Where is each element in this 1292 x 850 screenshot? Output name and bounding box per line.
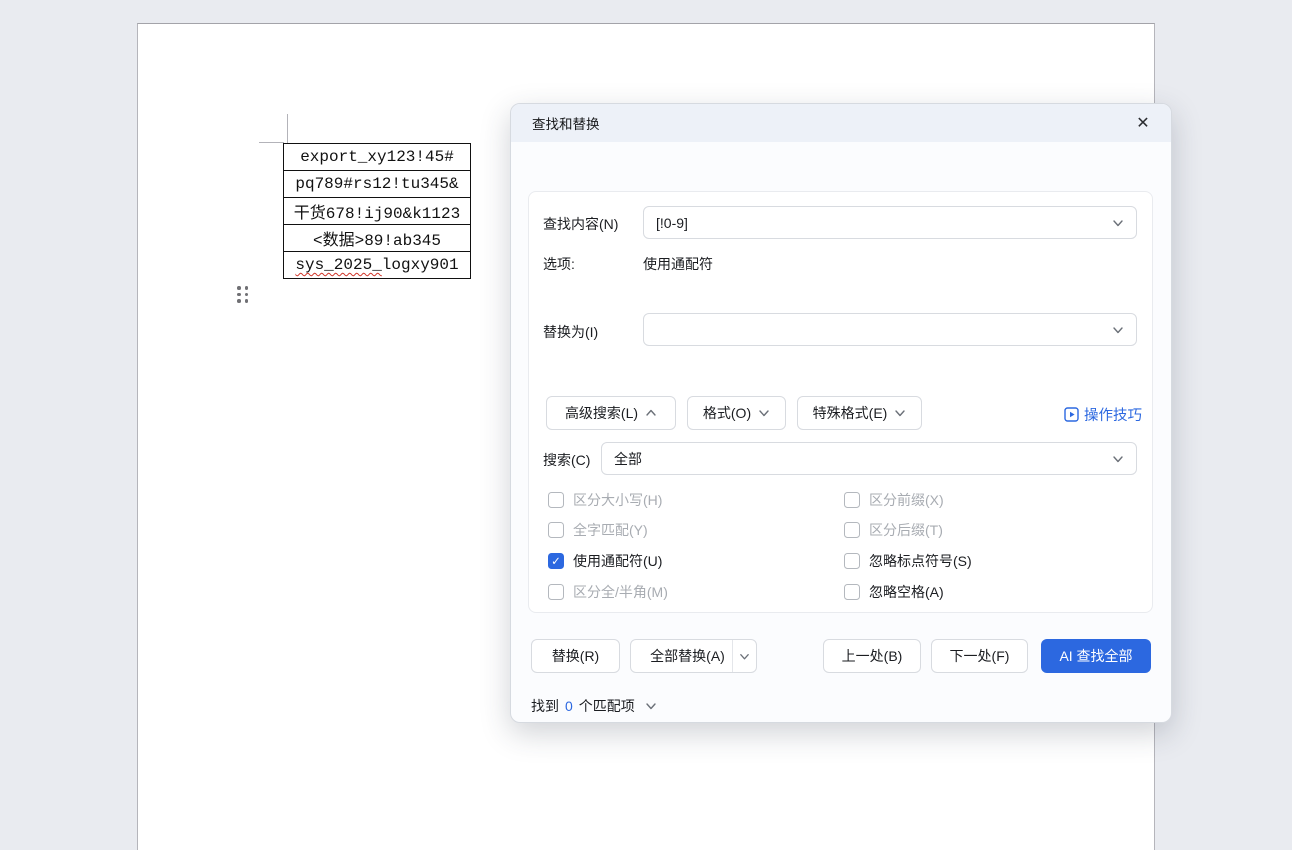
document-table: export_xy123!45# pq789#rs12!tu345& 干货678… bbox=[283, 143, 471, 279]
dialog-titlebar[interactable]: 查找和替换 bbox=[511, 104, 1171, 142]
table-cell[interactable]: sys_2025_logxy901 bbox=[284, 252, 471, 279]
checkbox-match-suffix[interactable]: 区分后缀(T) bbox=[844, 520, 943, 540]
special-format-button[interactable]: 特殊格式(E) bbox=[797, 396, 922, 430]
table-column-marker bbox=[287, 114, 288, 143]
special-format-label: 特殊格式(E) bbox=[813, 403, 888, 423]
replace-button-label: 替换(R) bbox=[552, 646, 599, 666]
table-cell[interactable]: <数据>89!ab345 bbox=[284, 225, 471, 252]
search-scope-label: 搜索(C) bbox=[543, 450, 590, 470]
checkbox-label: 区分大小写(H) bbox=[573, 490, 662, 510]
table-row: pq789#rs12!tu345& bbox=[284, 171, 471, 198]
video-tutorial-icon bbox=[1064, 407, 1079, 422]
ai-find-all-button[interactable]: AI 查找全部 bbox=[1041, 639, 1151, 673]
chevron-down-icon bbox=[758, 407, 770, 419]
table-row: 干货678!ij90&k1123 bbox=[284, 198, 471, 225]
chevron-down-icon[interactable] bbox=[645, 700, 657, 712]
next-button[interactable]: 下一处(F) bbox=[931, 639, 1028, 673]
match-count: 0 bbox=[565, 698, 573, 714]
search-scope-value: 全部 bbox=[614, 449, 1112, 469]
dialog-title: 查找和替换 bbox=[532, 113, 600, 133]
tips-link[interactable]: 操作技巧 bbox=[1064, 404, 1142, 425]
chevron-down-icon[interactable] bbox=[1112, 453, 1124, 465]
checkbox-ignore-punctuation[interactable]: 忽略标点符号(S) bbox=[844, 551, 972, 571]
table-row: export_xy123!45# bbox=[284, 144, 471, 171]
checkbox-icon[interactable] bbox=[844, 553, 860, 569]
previous-button[interactable]: 上一处(B) bbox=[823, 639, 921, 673]
status-suffix: 个匹配项 bbox=[579, 696, 635, 716]
checkbox-icon[interactable] bbox=[548, 492, 564, 508]
replace-with-label: 替换为(I) bbox=[543, 322, 598, 342]
checkbox-label: 区分后缀(T) bbox=[869, 520, 943, 540]
table-cell[interactable]: pq789#rs12!tu345& bbox=[284, 171, 471, 198]
search-scope-select[interactable]: 全部 bbox=[601, 442, 1137, 475]
replace-with-input[interactable] bbox=[643, 313, 1137, 346]
find-content-input[interactable]: [!0-9] bbox=[643, 206, 1137, 239]
misspelled-text: sys_2025_ bbox=[295, 256, 381, 274]
checkbox-whole-word[interactable]: 全字匹配(Y) bbox=[548, 520, 648, 540]
checkbox-icon[interactable] bbox=[548, 584, 564, 600]
checkbox-label: 忽略标点符号(S) bbox=[869, 551, 972, 571]
checkbox-label: 区分前缀(X) bbox=[869, 490, 944, 510]
chevron-down-icon[interactable] bbox=[1112, 217, 1124, 229]
checkbox-label: 全字匹配(Y) bbox=[573, 520, 648, 540]
checkbox-label: 使用通配符(U) bbox=[573, 551, 662, 571]
next-button-label: 下一处(F) bbox=[950, 646, 1010, 666]
table-row: <数据>89!ab345 bbox=[284, 225, 471, 252]
options-value: 使用通配符 bbox=[643, 254, 713, 274]
match-status: 找到 0 个匹配项 bbox=[531, 696, 657, 716]
replace-button[interactable]: 替换(R) bbox=[531, 639, 620, 673]
table-cell[interactable]: 干货678!ij90&k1123 bbox=[284, 198, 471, 225]
checkbox-use-wildcards[interactable]: ✓ 使用通配符(U) bbox=[548, 551, 662, 571]
checkbox-icon[interactable] bbox=[548, 522, 564, 538]
checkbox-icon[interactable] bbox=[844, 522, 860, 538]
options-label: 选项: bbox=[543, 254, 575, 274]
table-row-marker bbox=[259, 142, 284, 143]
replace-all-dropdown[interactable] bbox=[732, 640, 756, 672]
replace-all-button[interactable]: 全部替换(A) bbox=[630, 639, 757, 673]
checkbox-checked-icon[interactable]: ✓ bbox=[548, 553, 564, 569]
previous-button-label: 上一处(B) bbox=[842, 646, 903, 666]
chevron-down-icon bbox=[894, 407, 906, 419]
checkbox-ignore-whitespace[interactable]: 忽略空格(A) bbox=[844, 582, 944, 602]
checkbox-match-prefix[interactable]: 区分前缀(X) bbox=[844, 490, 944, 510]
table-cell-text: logxy901 bbox=[382, 256, 459, 274]
find-content-value: [!0-9] bbox=[656, 215, 1112, 231]
replace-all-label: 全部替换(A) bbox=[643, 646, 732, 666]
status-prefix: 找到 bbox=[531, 696, 559, 716]
chevron-up-icon bbox=[645, 407, 657, 419]
checkbox-full-half-width[interactable]: 区分全/半角(M) bbox=[548, 582, 668, 602]
checkbox-label: 忽略空格(A) bbox=[869, 582, 944, 602]
close-icon[interactable]: ✕ bbox=[1129, 109, 1157, 137]
advanced-search-button[interactable]: 高级搜索(L) bbox=[546, 396, 676, 430]
checkbox-label: 区分全/半角(M) bbox=[573, 582, 668, 602]
table-drag-handle-icon[interactable] bbox=[235, 285, 250, 304]
checkbox-icon[interactable] bbox=[844, 492, 860, 508]
ai-find-all-label: AI 查找全部 bbox=[1059, 646, 1132, 666]
advanced-search-label: 高级搜索(L) bbox=[565, 403, 638, 423]
tips-label: 操作技巧 bbox=[1084, 404, 1142, 425]
find-content-label: 查找内容(N) bbox=[543, 214, 618, 234]
chevron-down-icon[interactable] bbox=[1112, 324, 1124, 336]
format-button[interactable]: 格式(O) bbox=[687, 396, 786, 430]
format-label: 格式(O) bbox=[703, 403, 751, 423]
checkbox-match-case[interactable]: 区分大小写(H) bbox=[548, 490, 662, 510]
table-row: sys_2025_logxy901 bbox=[284, 252, 471, 279]
table-cell[interactable]: export_xy123!45# bbox=[284, 144, 471, 171]
checkbox-icon[interactable] bbox=[844, 584, 860, 600]
